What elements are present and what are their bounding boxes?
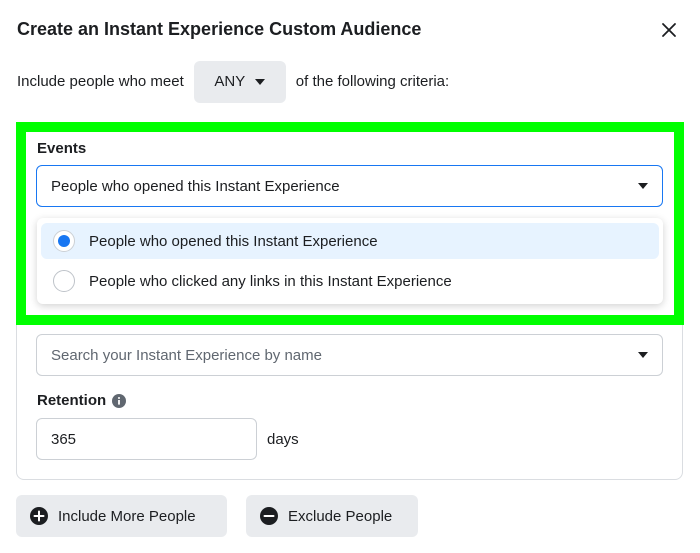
radio-unchecked-icon[interactable] [53,270,75,292]
caret-down-icon [255,78,266,85]
include-more-people-label: Include More People [58,507,196,525]
criteria-suffix: of the following criteria: [295,73,450,90]
events-select[interactable]: People who opened this Instant Experienc… [36,165,663,207]
minus-circle-icon [260,507,278,525]
close-icon [662,23,676,37]
caret-down-icon [638,352,648,358]
events-label: Events [37,140,87,157]
info-icon[interactable] [112,393,127,408]
criteria-prefix: Include people who meet [17,73,184,90]
close-button[interactable] [656,17,682,43]
events-selected-value: People who opened this Instant Experienc… [51,177,340,195]
retention-unit: days [267,431,299,448]
caret-down-icon [638,183,648,189]
event-option-opened[interactable]: People who opened this Instant Experienc… [41,223,659,259]
event-option-clicked[interactable]: People who clicked any links in this Ins… [41,263,659,299]
include-more-people-button[interactable]: Include More People [16,495,227,537]
criteria-row: Include people who meet ANY of the follo… [17,60,449,103]
match-type-select[interactable]: ANY [193,60,286,103]
match-type-value: ANY [214,73,246,90]
exclude-people-label: Exclude People [288,507,393,525]
retention-value: 365 [51,430,77,448]
exclude-people-button[interactable]: Exclude People [246,495,418,537]
event-option-label: People who clicked any links in this Ins… [89,272,452,290]
event-option-label: People who opened this Instant Experienc… [89,232,378,250]
dialog-title: Create an Instant Experience Custom Audi… [17,19,422,39]
instant-experience-placeholder: Search your Instant Experience by name [51,346,322,364]
retention-label-row: Retention [37,392,127,409]
plus-circle-icon [30,507,48,525]
instant-experience-search-select[interactable]: Search your Instant Experience by name [36,334,663,376]
events-dropdown-menu: People who opened this Instant Experienc… [37,218,663,304]
retention-days-input[interactable]: 365 [36,418,257,460]
radio-checked-icon[interactable] [53,230,75,252]
retention-label: Retention [37,392,107,409]
